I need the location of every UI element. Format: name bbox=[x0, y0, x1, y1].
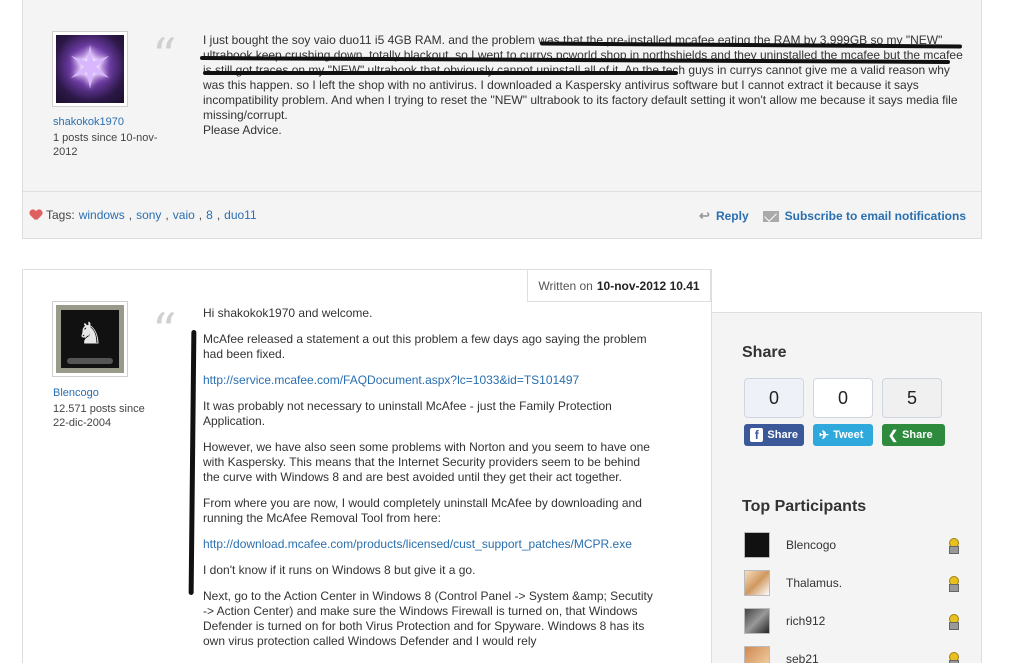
top-participants-title: Top Participants bbox=[742, 498, 867, 515]
post-body: I just bought the soy vaio duo11 i5 4GB … bbox=[203, 33, 963, 138]
subscribe-link[interactable]: Subscribe to email notifications bbox=[785, 209, 966, 223]
participant-name[interactable]: Blencogo bbox=[786, 538, 836, 552]
tag-link[interactable]: vaio bbox=[173, 208, 195, 222]
mcafee-faq-link[interactable]: http://service.mcafee.com/FAQDocument.as… bbox=[203, 373, 653, 388]
post-paragraph: I don't know if it runs on Windows 8 but… bbox=[203, 563, 476, 577]
tag-link[interactable]: sony bbox=[136, 208, 161, 222]
quote-icon: “ bbox=[152, 303, 177, 359]
written-prefix: Written on bbox=[538, 278, 593, 293]
participant-name[interactable]: Thalamus. bbox=[786, 576, 842, 590]
facebook-count: 0 bbox=[744, 378, 804, 418]
post-paragraph: McAfee released a statement a out this p… bbox=[203, 332, 647, 361]
avatar bbox=[744, 570, 770, 596]
post-author-meta: 12.571 posts since 22-dic-2004 bbox=[53, 403, 145, 429]
mail-icon bbox=[762, 210, 779, 222]
participant-name[interactable]: rich912 bbox=[786, 614, 825, 628]
tag-icon bbox=[30, 210, 42, 220]
reply-button[interactable]: Reply bbox=[716, 209, 749, 223]
participant-item[interactable]: Blencogo bbox=[744, 532, 836, 558]
avatar-badge bbox=[67, 358, 113, 364]
post-paragraph: From where you are now, I would complete… bbox=[203, 496, 642, 525]
rank-medal-icon bbox=[948, 576, 959, 592]
post-tags: Tags: windows, sony, vaio, 8, duo11 bbox=[30, 208, 257, 222]
tags-label: Tags: bbox=[46, 208, 75, 222]
share-title: Share bbox=[742, 344, 787, 361]
post-paragraph: It was probably not necessary to uninsta… bbox=[203, 399, 612, 428]
dog-icon: ♞ bbox=[76, 317, 104, 351]
facebook-share-label: Share bbox=[767, 429, 798, 441]
user-avatar[interactable]: ✶ bbox=[52, 31, 128, 107]
post-author-name[interactable]: Blencogo bbox=[53, 387, 99, 399]
rank-medal-icon bbox=[948, 538, 959, 554]
tag-link[interactable]: 8 bbox=[206, 208, 213, 222]
mcafee-removal-link[interactable]: http://download.mcafee.com/products/lice… bbox=[203, 537, 653, 552]
avatar bbox=[744, 608, 770, 634]
facebook-share-button[interactable]: f Share bbox=[744, 424, 804, 446]
strike-mark bbox=[203, 71, 678, 75]
post-paragraph: Hi shakokok1970 and welcome. bbox=[203, 306, 373, 320]
quote-icon: “ bbox=[152, 28, 177, 84]
tweet-label: Tweet bbox=[833, 429, 864, 441]
google-count: 5 bbox=[882, 378, 942, 418]
written-on: Written on 10-nov-2012 10.41 bbox=[527, 269, 711, 302]
participant-item[interactable]: seb21 bbox=[744, 646, 819, 663]
rank-medal-icon bbox=[948, 652, 959, 663]
post-body: Hi shakokok1970 and welcome. McAfee rele… bbox=[203, 306, 653, 660]
share-icon: ❮ bbox=[888, 428, 899, 442]
reply-icon: ↩ bbox=[699, 208, 710, 223]
post-footer-divider bbox=[23, 191, 981, 192]
avatar bbox=[744, 646, 770, 663]
post-paragraph: Next, go to the Action Center in Windows… bbox=[203, 589, 653, 648]
post-paragraph: However, we have also seen some problems… bbox=[203, 440, 650, 484]
participant-item[interactable]: rich912 bbox=[744, 608, 825, 634]
google-share-label: Share bbox=[902, 429, 933, 441]
post-body-closing: Please Advice. bbox=[203, 123, 282, 137]
rank-medal-icon bbox=[948, 614, 959, 630]
post-author-name[interactable]: shakokok1970 bbox=[53, 116, 124, 128]
tweet-button[interactable]: ✈ Tweet bbox=[813, 424, 873, 446]
participant-name[interactable]: seb21 bbox=[786, 652, 819, 663]
post-author-meta: 1 posts since 10-nov-2012 bbox=[53, 132, 158, 158]
tag-link[interactable]: duo11 bbox=[224, 208, 256, 222]
tag-link[interactable]: windows bbox=[79, 208, 125, 222]
facebook-icon: f bbox=[750, 428, 764, 442]
written-date: 10-nov-2012 10.41 bbox=[596, 278, 700, 293]
post-actions: ↩ Reply Subscribe to email notifications bbox=[699, 208, 966, 224]
starfish-icon: ✶ bbox=[65, 36, 115, 101]
participant-item[interactable]: Thalamus. bbox=[744, 570, 842, 596]
user-avatar[interactable]: ♞ bbox=[52, 301, 128, 377]
avatar bbox=[744, 532, 770, 558]
twitter-bird-icon: ✈ bbox=[819, 428, 830, 442]
twitter-count: 0 bbox=[813, 378, 873, 418]
google-share-button[interactable]: ❮ Share bbox=[882, 424, 945, 446]
